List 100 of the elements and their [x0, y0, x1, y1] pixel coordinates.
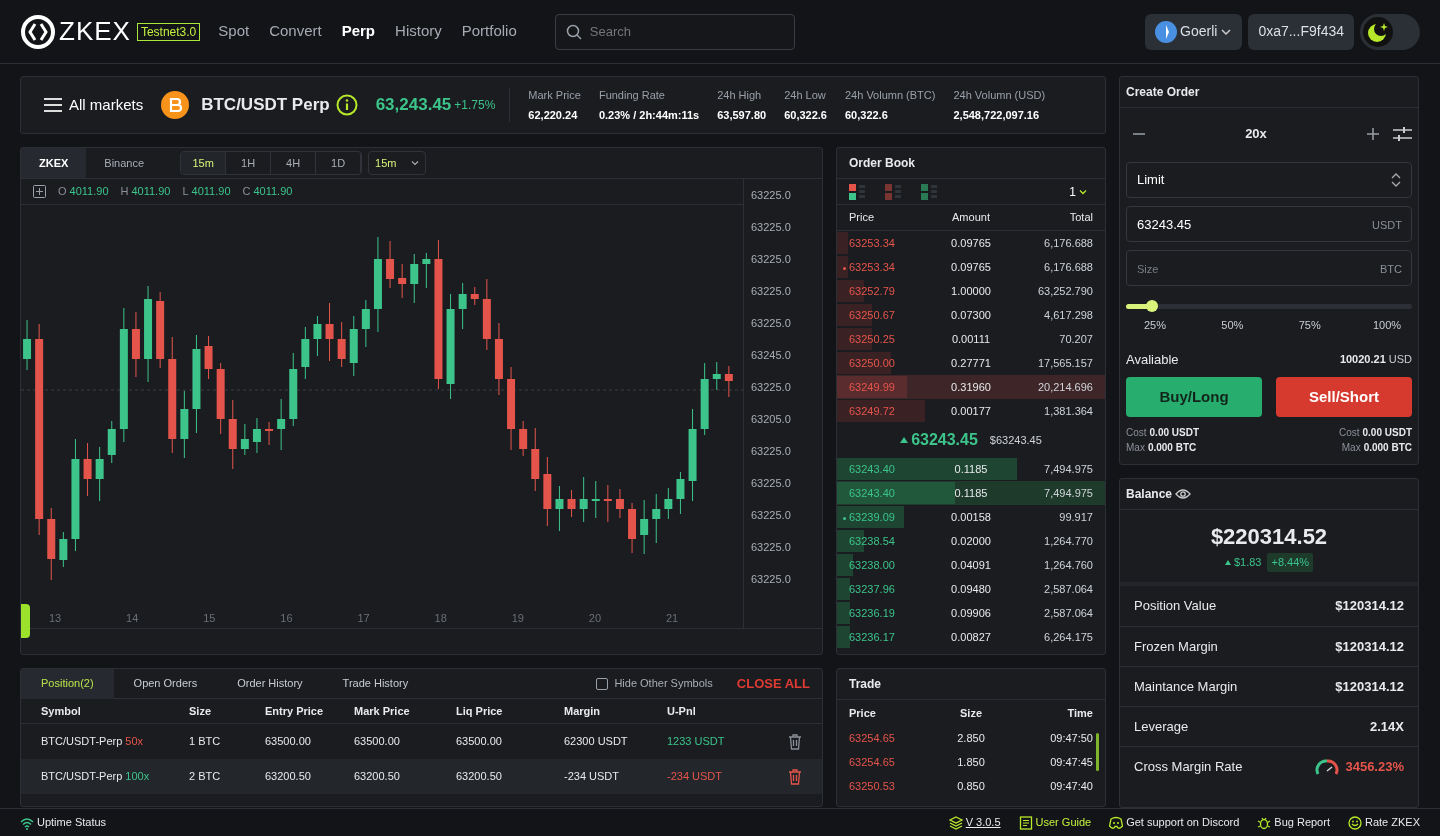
trash-icon[interactable]	[788, 768, 802, 785]
order-type-select[interactable]: Limit	[1126, 162, 1412, 198]
column-header: Liq Price	[456, 703, 504, 719]
interval-button[interactable]: 1D	[316, 152, 362, 174]
ohlc-label: L	[182, 185, 189, 197]
source-tab[interactable]: Binance	[86, 148, 163, 178]
nav-link[interactable]: Perp	[341, 20, 376, 43]
slider-mark: 50%	[1220, 318, 1245, 333]
hide-symbols-checkbox[interactable]	[596, 677, 609, 690]
order-total: 1,264.770	[1044, 534, 1093, 547]
trade-price: 63254.65	[849, 731, 895, 744]
order-amount: 0.00827	[951, 630, 991, 643]
balance-label: Position Value	[1134, 597, 1217, 616]
footer-link[interactable]: Uptime Status	[37, 814, 107, 831]
trash-icon[interactable]	[788, 733, 802, 750]
position-tab[interactable]: Position(2)	[21, 669, 114, 699]
ohlc-value: 4011.90	[253, 185, 293, 197]
info-value: 0.00 USDT	[1149, 427, 1200, 438]
order-amount: 0.09765	[951, 236, 991, 249]
order-total: 6,264.175	[1044, 630, 1093, 643]
trade-size: 0.850	[957, 779, 985, 792]
trade-price: 63250.53	[849, 779, 895, 792]
candle	[59, 531, 68, 567]
menu-icon	[43, 97, 63, 113]
updown-icon	[1391, 173, 1401, 187]
time-axis-label: 19	[511, 610, 525, 626]
candle	[361, 299, 370, 347]
interval-button[interactable]: 15m	[181, 152, 227, 174]
candle	[410, 253, 419, 303]
column-header: Size	[959, 705, 983, 721]
chevron-down-icon	[411, 159, 420, 167]
up-arrow-icon	[1224, 560, 1231, 565]
unit-label: BTC	[1380, 262, 1402, 277]
interval-button[interactable]: 1H	[226, 152, 272, 174]
candle	[591, 480, 600, 518]
panel-handle[interactable]	[21, 603, 30, 638]
source-tab[interactable]: ZKEX	[21, 148, 87, 178]
book-view-icon[interactable]	[921, 183, 939, 200]
order-price: 63243.40	[849, 462, 895, 475]
candle	[95, 446, 104, 501]
table-cell: 63500.00	[354, 735, 400, 748]
order-amount: 0.00158	[951, 510, 991, 523]
table-cell: 63500.00	[265, 735, 311, 748]
footer-link[interactable]: Rate ZKEX	[1364, 814, 1420, 831]
sell-button[interactable]: Sell/Short	[1276, 377, 1412, 417]
last-price: 63,243.45	[375, 94, 452, 117]
candle	[470, 286, 479, 305]
order-total: 7,494.975	[1044, 486, 1093, 499]
footer-link[interactable]: Get support on Discord	[1126, 814, 1240, 831]
markets-button[interactable]: All markets	[43, 93, 144, 117]
wallet-address[interactable]: 0xa7...F9f434	[1248, 13, 1354, 50]
footer-link[interactable]: User Guide	[1035, 814, 1092, 831]
balance-change: $1.83	[1233, 555, 1262, 571]
sliders-icon[interactable]	[1392, 126, 1412, 142]
leverage-value: 20x	[1244, 125, 1268, 144]
unit-label: USDT	[1372, 218, 1402, 233]
time-axis-label: 20	[588, 610, 602, 626]
pair-name: BTC/USDT Perp	[201, 94, 330, 117]
logo-icon	[20, 13, 56, 50]
footer-link[interactable]: Bug Report	[1274, 814, 1330, 831]
position-tab[interactable]: Order History	[217, 669, 323, 699]
slider-mark: 75%	[1297, 318, 1322, 333]
candle	[216, 362, 225, 434]
theme-toggle[interactable]	[1360, 13, 1420, 50]
precision-select[interactable]: 1	[1063, 181, 1093, 202]
order-amount: 0.00177	[951, 404, 991, 417]
slider-thumb[interactable]	[1145, 300, 1158, 312]
network-icon	[1155, 20, 1177, 43]
candle	[615, 488, 624, 518]
eye-icon[interactable]	[1175, 488, 1192, 500]
book-view-icon[interactable]	[849, 183, 867, 200]
nav-link[interactable]: Convert	[269, 20, 322, 43]
table-cell: 62300 USDT	[564, 735, 628, 748]
plus-icon[interactable]	[1366, 127, 1380, 141]
info-label: Max	[1126, 442, 1145, 453]
close-all-button[interactable]: CLOSE ALL	[730, 672, 816, 695]
search-field[interactable]: Search	[554, 13, 795, 50]
info-label: Max	[1341, 442, 1361, 453]
nav-link[interactable]: Spot	[218, 20, 250, 43]
interval-select[interactable]: 15m	[368, 151, 427, 175]
interval-button[interactable]: 4H	[271, 152, 317, 174]
price-axis-label: 63225.0	[750, 188, 792, 203]
wifi-icon	[20, 815, 34, 830]
candle	[228, 399, 237, 469]
available-value: 10020.21	[1339, 353, 1386, 366]
order-amount: 0.00111	[951, 332, 991, 345]
ohlc-value: 4011.90	[191, 185, 231, 197]
buy-button[interactable]: Buy/Long	[1126, 377, 1262, 417]
order-price: 63237.96	[849, 582, 895, 595]
network-selector[interactable]: Goerli	[1145, 13, 1243, 50]
candle	[628, 502, 637, 553]
nav-link[interactable]: History	[395, 20, 442, 43]
scrollbar-thumb[interactable]	[1096, 733, 1099, 771]
position-tab[interactable]: Trade History	[322, 669, 429, 699]
candle	[712, 361, 721, 390]
nav-link[interactable]: Portfolio	[461, 20, 517, 43]
footer-link[interactable]: V 3.0.5	[965, 814, 1001, 831]
trade-time: 09:47:50	[1050, 731, 1093, 744]
candle	[107, 420, 116, 463]
position-tab[interactable]: Open Orders	[113, 669, 218, 699]
